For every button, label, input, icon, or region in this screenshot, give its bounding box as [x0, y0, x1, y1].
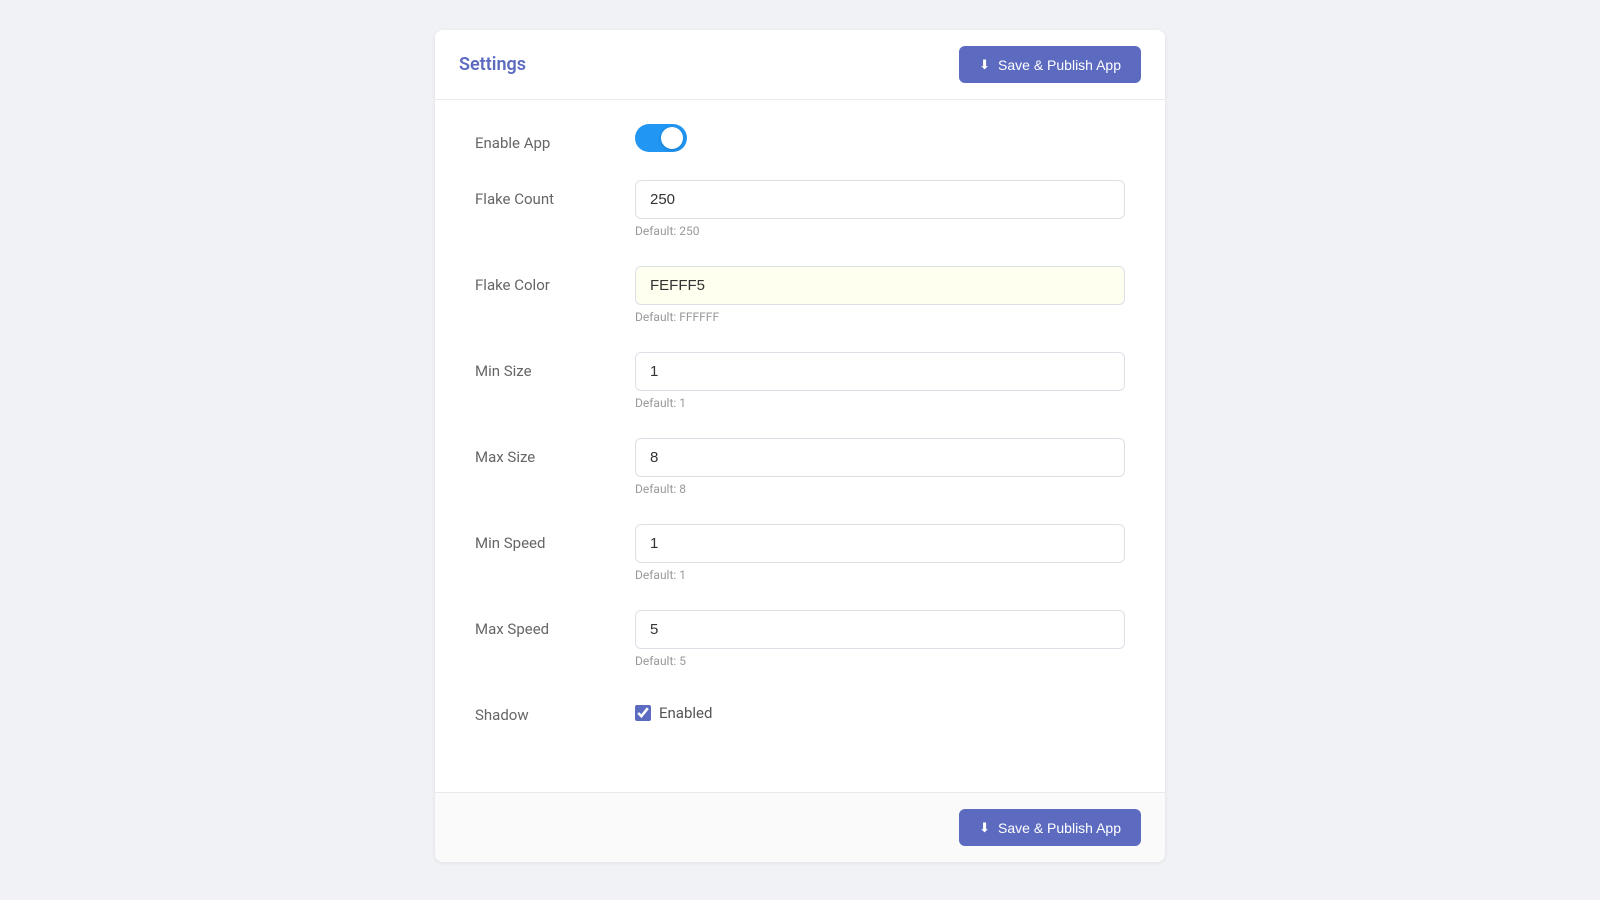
flake-count-field: Default: 250 [635, 180, 1125, 238]
save-publish-button-bottom[interactable]: Save & Publish App [959, 809, 1141, 846]
flake-count-row: Flake Count Default: 250 [475, 180, 1125, 238]
toggle-slider [635, 124, 687, 152]
min-size-field: Default: 1 [635, 352, 1125, 410]
shadow-label: Shadow [475, 696, 635, 724]
shadow-checkbox-label: Enabled [659, 704, 712, 722]
card-footer: Save & Publish App [435, 792, 1165, 862]
max-speed-input[interactable] [635, 610, 1125, 649]
save-publish-label-bottom: Save & Publish App [998, 820, 1121, 836]
flake-count-hint: Default: 250 [635, 224, 1125, 238]
min-speed-row: Min Speed Default: 1 [475, 524, 1125, 582]
enable-app-field [635, 124, 1125, 152]
settings-card: Settings Save & Publish App Enable App [435, 30, 1165, 862]
download-icon-top [979, 56, 990, 73]
min-size-hint: Default: 1 [635, 396, 1125, 410]
flake-count-input[interactable] [635, 180, 1125, 219]
flake-color-hint: Default: FFFFFF [635, 310, 1125, 324]
flake-color-row: Flake Color Default: FFFFFF [475, 266, 1125, 324]
flake-color-label: Flake Color [475, 266, 635, 294]
save-publish-button-top[interactable]: Save & Publish App [959, 46, 1141, 83]
shadow-field: Enabled [635, 696, 1125, 722]
max-speed-hint: Default: 5 [635, 654, 1125, 668]
min-size-input[interactable] [635, 352, 1125, 391]
page-wrapper: Settings Save & Publish App Enable App [435, 30, 1165, 862]
card-header: Settings Save & Publish App [435, 30, 1165, 100]
min-speed-hint: Default: 1 [635, 568, 1125, 582]
enable-app-label: Enable App [475, 124, 635, 152]
shadow-checkbox-wrapper: Enabled [635, 696, 1125, 722]
flake-count-label: Flake Count [475, 180, 635, 208]
flake-color-input[interactable] [635, 266, 1125, 305]
card-body: Enable App Flake Count Default: 250 [435, 100, 1165, 792]
max-size-label: Max Size [475, 438, 635, 466]
save-publish-label-top: Save & Publish App [998, 57, 1121, 73]
flake-color-field: Default: FFFFFF [635, 266, 1125, 324]
max-speed-field: Default: 5 [635, 610, 1125, 668]
page-title: Settings [459, 54, 526, 75]
enable-app-toggle[interactable] [635, 124, 687, 152]
max-speed-label: Max Speed [475, 610, 635, 638]
min-size-row: Min Size Default: 1 [475, 352, 1125, 410]
min-speed-label: Min Speed [475, 524, 635, 552]
max-size-input[interactable] [635, 438, 1125, 477]
max-speed-row: Max Speed Default: 5 [475, 610, 1125, 668]
min-speed-input[interactable] [635, 524, 1125, 563]
enable-app-row: Enable App [475, 124, 1125, 152]
download-icon-bottom [979, 819, 990, 836]
shadow-checkbox[interactable] [635, 705, 651, 721]
min-speed-field: Default: 1 [635, 524, 1125, 582]
max-size-row: Max Size Default: 8 [475, 438, 1125, 496]
shadow-row: Shadow Enabled [475, 696, 1125, 724]
max-size-field: Default: 8 [635, 438, 1125, 496]
min-size-label: Min Size [475, 352, 635, 380]
max-size-hint: Default: 8 [635, 482, 1125, 496]
